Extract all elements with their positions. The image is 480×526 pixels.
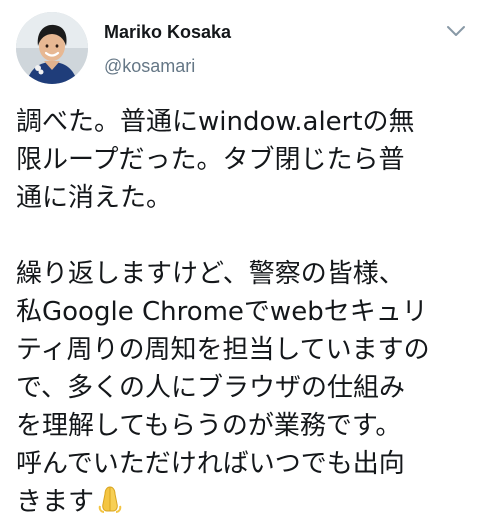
tweet-line-last: きます bbox=[16, 483, 472, 521]
author-info[interactable]: Mariko Kosaka @kosamari bbox=[104, 20, 424, 78]
tweet-line-text: きます bbox=[16, 487, 95, 517]
tweet-line: で、多くの人にブラウザの仕組み bbox=[16, 373, 405, 403]
folded-hands-emoji-icon bbox=[96, 484, 124, 514]
tweet-header: Mariko Kosaka @kosamari bbox=[0, 0, 480, 96]
avatar[interactable] bbox=[16, 12, 88, 84]
chevron-down-icon[interactable] bbox=[446, 24, 466, 38]
tweet-line: 限ループだった。タブ閉じたら普 bbox=[16, 145, 405, 175]
tweet-card: Mariko Kosaka @kosamari 調べた。普通にwindow.al… bbox=[0, 0, 480, 526]
tweet-paragraph: 調べた。普通にwindow.alertの無 限ループだった。タブ閉じたら普 通に… bbox=[16, 103, 472, 217]
user-handle[interactable]: @kosamari bbox=[104, 54, 424, 78]
tweet-line: 通に消えた。 bbox=[16, 183, 173, 213]
tweet-line: 繰り返しますけど、警察の皆様、 bbox=[16, 259, 405, 289]
tweet-text: 調べた。普通にwindow.alertの無 限ループだった。タブ閉じたら普 通に… bbox=[16, 103, 472, 521]
tweet-line: 調べた。普通にwindow.alertの無 bbox=[16, 107, 415, 137]
display-name[interactable]: Mariko Kosaka bbox=[104, 20, 424, 44]
tweet-line: を理解してもらうのが業務です。 bbox=[16, 411, 402, 441]
profile-photo-icon bbox=[16, 12, 88, 84]
tweet-line: 呼んでいただければいつでも出向 bbox=[16, 449, 405, 479]
tweet-line: ティ周りの周知を担当していますの bbox=[16, 335, 430, 365]
tweet-line: 私Google Chromeでwebセキュリ bbox=[16, 297, 428, 327]
tweet-paragraph: 繰り返しますけど、警察の皆様、 私Google Chromeでwebセキュリ テ… bbox=[16, 255, 472, 521]
